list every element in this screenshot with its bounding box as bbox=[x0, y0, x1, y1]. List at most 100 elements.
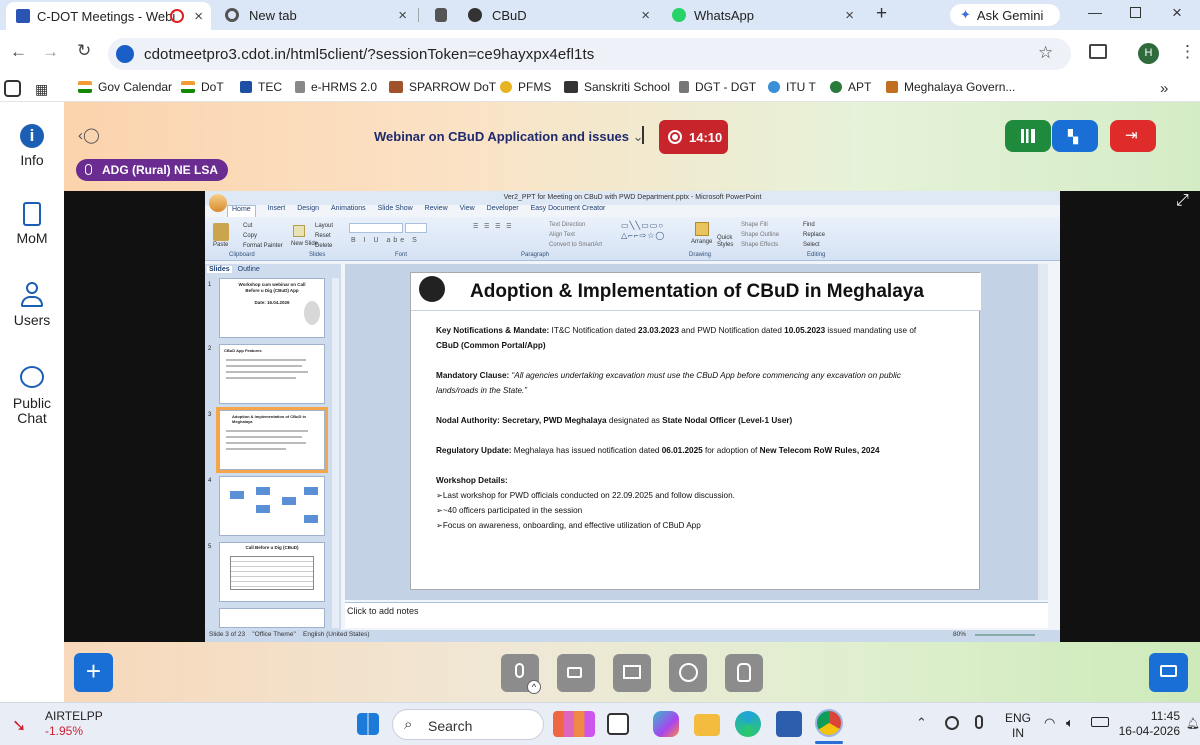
slides-tab[interactable]: Slides bbox=[207, 266, 232, 273]
more-bookmarks-icon[interactable]: » bbox=[1160, 80, 1168, 97]
tab-cdot-meetings[interactable]: C-DOT Meetings - Webi × bbox=[6, 2, 211, 30]
ribbon-tab[interactable]: View bbox=[460, 205, 475, 217]
slide-thumbnail-3-selected[interactable]: Adoption & Implementation of CBuD in Meg… bbox=[216, 407, 328, 473]
paste-icon[interactable] bbox=[213, 223, 229, 241]
nav-public-chat[interactable]: Public Chat bbox=[0, 366, 64, 426]
microphone-tray-icon[interactable] bbox=[975, 715, 983, 729]
volume-icon[interactable]: 🔈︎ bbox=[1066, 715, 1074, 731]
bookmark-itu[interactable]: ITU T bbox=[768, 80, 816, 94]
shape-fill-button[interactable]: Shape Fill bbox=[741, 220, 779, 230]
close-tab-icon[interactable]: × bbox=[845, 7, 854, 24]
taskbar-search[interactable]: ⌕ Search bbox=[392, 709, 544, 740]
windows-start-icon[interactable] bbox=[357, 713, 379, 735]
mute-microphone-button[interactable]: ^ bbox=[501, 654, 541, 694]
ribbon-tab[interactable]: Easy Document Creator bbox=[531, 205, 606, 217]
quick-styles-label[interactable]: Quick Styles bbox=[717, 235, 739, 249]
format-painter-button[interactable]: Format Painter bbox=[243, 241, 283, 251]
close-window-icon[interactable]: × bbox=[1172, 3, 1182, 23]
office-button-icon[interactable] bbox=[209, 194, 227, 212]
camera-off-button[interactable] bbox=[557, 654, 595, 692]
slide-thumbnail-6[interactable] bbox=[219, 608, 325, 628]
leave-meeting-button[interactable]: ⇥ bbox=[1110, 120, 1156, 152]
close-tab-icon[interactable]: × bbox=[398, 7, 407, 24]
cut-button[interactable]: Cut bbox=[243, 221, 283, 231]
bookmark-dgt[interactable]: DGT - DGT bbox=[679, 80, 756, 94]
panel-scrollbar[interactable] bbox=[332, 278, 339, 628]
current-slide[interactable]: Adoption & Implementation of CBuD in Meg… bbox=[410, 272, 981, 590]
menu-dots-icon[interactable]: ⋮ bbox=[1179, 42, 1196, 62]
select-button[interactable]: Select bbox=[803, 240, 825, 250]
stock-widget-icon[interactable]: ➘ bbox=[12, 712, 38, 735]
shape-outline-button[interactable]: Shape Outline bbox=[741, 230, 779, 240]
find-button[interactable]: Find bbox=[803, 220, 825, 230]
restore-window-icon[interactable] bbox=[1130, 7, 1141, 18]
font-format-buttons[interactable]: B I U abe S bbox=[351, 237, 420, 244]
tab-new-tab[interactable]: New tab × bbox=[215, 0, 415, 30]
ribbon-tab[interactable]: Developer bbox=[487, 205, 519, 217]
profile-avatar[interactable]: H bbox=[1138, 43, 1159, 64]
copy-button[interactable]: Copy bbox=[243, 231, 283, 241]
bookmark-star-icon[interactable]: ☆ bbox=[1038, 43, 1053, 63]
bookmark-dot[interactable]: DoT bbox=[181, 80, 224, 94]
close-tab-icon[interactable]: × bbox=[641, 7, 650, 24]
tulips-widget-icon[interactable] bbox=[553, 711, 595, 737]
nav-info[interactable]: i Info bbox=[0, 124, 64, 168]
nav-users[interactable]: Users bbox=[0, 282, 64, 328]
recording-timer[interactable]: 14:10 bbox=[659, 120, 728, 154]
site-info-icon[interactable] bbox=[116, 45, 134, 63]
minimize-window-icon[interactable]: — bbox=[1088, 4, 1102, 20]
battery-icon[interactable] bbox=[1091, 717, 1109, 727]
list-buttons[interactable]: ☰ ☰ ☰ ☰ bbox=[473, 223, 514, 230]
show-hidden-icons-icon[interactable]: ⌃ bbox=[916, 715, 927, 731]
add-actions-button[interactable]: + bbox=[74, 653, 113, 692]
new-slide-icon[interactable] bbox=[293, 225, 305, 237]
shape-effects-button[interactable]: Shape Effects bbox=[741, 240, 779, 250]
delete-button[interactable]: Delete bbox=[315, 241, 333, 251]
outline-tab[interactable]: Outline bbox=[236, 266, 262, 273]
slide-thumbnail-4[interactable] bbox=[219, 476, 325, 536]
forward-arrow-icon[interactable]: → bbox=[42, 42, 59, 62]
fullscreen-icon[interactable]: ⤢ bbox=[1176, 192, 1189, 210]
slide-thumbnail-5[interactable]: Call Before u Dig (CBuD) bbox=[219, 542, 325, 602]
stock-widget[interactable]: AIRTELPP -1.95% bbox=[45, 709, 103, 739]
notes-pane[interactable]: Click to add notes bbox=[345, 602, 1048, 628]
address-bar[interactable]: cdotmeetpro3.cdot.in/html5client/?sessio… bbox=[108, 38, 1071, 70]
convert-smartart-button[interactable]: Convert to SmartArt bbox=[549, 240, 602, 250]
close-tab-icon[interactable]: × bbox=[194, 8, 203, 25]
font-name-box[interactable] bbox=[349, 223, 403, 233]
ribbon-tab[interactable]: Review bbox=[425, 205, 448, 217]
text-direction-button[interactable]: Text Direction bbox=[549, 220, 602, 230]
collapse-users-icon[interactable]: ‹◯ bbox=[78, 126, 100, 144]
microsoft-store-icon[interactable] bbox=[776, 711, 802, 737]
copilot-icon[interactable] bbox=[653, 711, 679, 737]
shapes-gallery[interactable]: ▭╲╲▭▭○ △⌐⌐⇨☆◯ bbox=[621, 221, 665, 241]
bookmark-sparrow[interactable]: SPARROW DoT bbox=[389, 80, 496, 94]
apps-grid-icon[interactable]: ▦ bbox=[35, 81, 48, 98]
bookmark-ehrms[interactable]: e-HRMS 2.0 bbox=[295, 80, 377, 94]
ribbon-tab[interactable]: Design bbox=[297, 205, 319, 217]
notifications-icon[interactable]: 🔔︎ bbox=[1186, 717, 1200, 730]
bookmark-sanskriti[interactable]: Sanskriti School bbox=[564, 80, 670, 94]
screen-share-button[interactable] bbox=[613, 654, 651, 692]
arrange-icon[interactable] bbox=[695, 222, 709, 236]
slide-thumbnail-1[interactable]: Workshop cum webinar on Call Before u Di… bbox=[219, 278, 325, 338]
back-arrow-icon[interactable]: ← bbox=[10, 42, 27, 62]
chrome-taskbar-icon[interactable] bbox=[815, 709, 843, 737]
slide-scrollbar[interactable] bbox=[1038, 264, 1048, 600]
task-view-icon[interactable] bbox=[607, 713, 629, 735]
ribbon-tab[interactable]: Slide Show bbox=[378, 205, 413, 217]
apps-window-icon[interactable] bbox=[4, 80, 21, 97]
tab-whatsapp[interactable]: WhatsApp × bbox=[662, 0, 862, 30]
bookmark-apt[interactable]: APT bbox=[830, 80, 871, 94]
ribbon-tab[interactable]: Insert bbox=[268, 205, 286, 217]
layout-button[interactable]: ▚ bbox=[1052, 120, 1098, 152]
zoom-slider[interactable] bbox=[975, 634, 1035, 636]
edge-browser-icon[interactable] bbox=[735, 711, 761, 737]
clock[interactable]: 11:45 16-04-2026 bbox=[1116, 709, 1180, 739]
bookmark-meghalaya[interactable]: Meghalaya Govern... bbox=[886, 80, 1015, 94]
connection-status-button[interactable] bbox=[1005, 120, 1051, 152]
ask-gemini-button[interactable]: ✦ Ask Gemini bbox=[950, 4, 1060, 26]
bookmark-pfms[interactable]: PFMS bbox=[500, 80, 551, 94]
bookmark-tec[interactable]: TEC bbox=[240, 80, 282, 94]
language-indicator[interactable]: ENG IN bbox=[1005, 711, 1031, 741]
